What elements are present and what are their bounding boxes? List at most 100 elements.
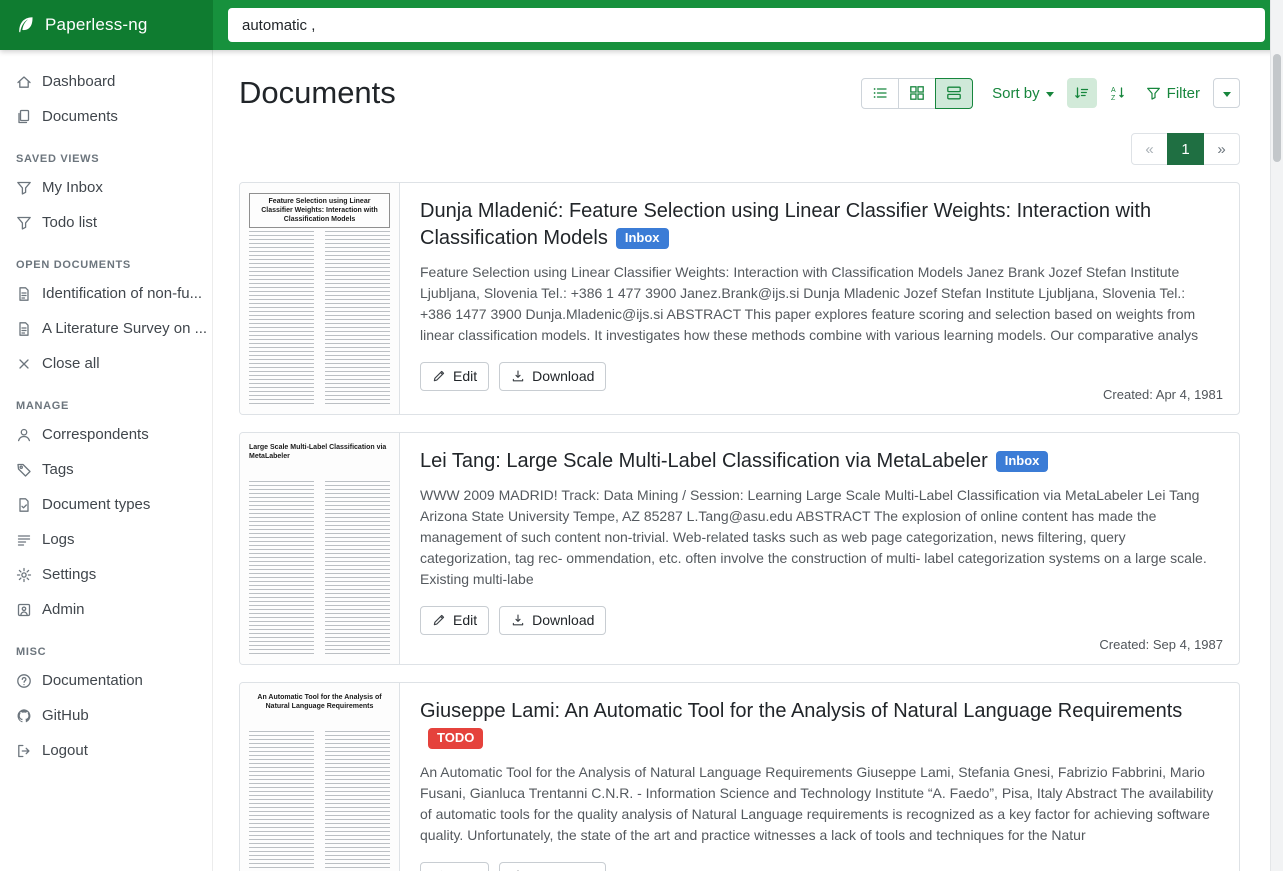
pagination-prev-button[interactable]: « (1131, 133, 1168, 165)
sidebar-item-label: Dashboard (42, 73, 115, 90)
tag-badge-inbox[interactable]: Inbox (616, 228, 669, 249)
vertical-scrollbar[interactable] (1270, 0, 1283, 871)
thumbnail-title: An Automatic Tool for the Analysis of Na… (249, 693, 390, 711)
sidebar-item-label: Todo list (42, 214, 97, 231)
sidebar-item-logs[interactable]: Logs (0, 522, 213, 557)
global-search-input[interactable] (228, 8, 1265, 42)
sidebar-item-tags[interactable]: Tags (0, 452, 213, 487)
sidebar-item-logout[interactable]: Logout (0, 733, 213, 768)
sidebar-section-saved-views: SAVED VIEWS (16, 153, 197, 165)
grid-view-button[interactable] (898, 78, 936, 109)
document-thumbnail[interactable]: An Automatic Tool for the Analysis of Na… (240, 683, 400, 871)
document-card-body: Giuseppe Lami: An Automatic Tool for the… (400, 683, 1239, 871)
pagination: « 1 » (239, 133, 1240, 165)
download-button[interactable]: Download (499, 606, 606, 635)
sort-by-dropdown[interactable]: Sort by (985, 80, 1061, 107)
list-view-button[interactable] (861, 78, 899, 109)
edit-label: Edit (453, 368, 477, 384)
document-actions: Edit Download (420, 606, 606, 635)
document-actions: Edit Download (420, 362, 606, 391)
pencil-icon (432, 369, 446, 383)
file-text-icon (16, 286, 32, 302)
sidebar-item-settings[interactable]: Settings (0, 557, 213, 592)
chevron-down-icon (1223, 92, 1231, 97)
page-header: Documents Sort by AZ (239, 75, 1240, 111)
sidebar-section-manage: MANAGE (16, 400, 197, 412)
sidebar-item-my-inbox[interactable]: My Inbox (0, 170, 213, 205)
pencil-icon (432, 613, 446, 627)
sidebar-item-documentation[interactable]: Documentation (0, 663, 213, 698)
sidebar-item-admin[interactable]: Admin (0, 592, 213, 627)
pagination-page-1[interactable]: 1 (1167, 133, 1204, 165)
sort-alpha-icon: AZ (1110, 85, 1126, 101)
document-thumbnail[interactable]: Large Scale Multi-Label Classification v… (240, 433, 400, 664)
thumbnail-title: Large Scale Multi-Label Classification v… (249, 443, 390, 461)
sidebar-item-documents[interactable]: Documents (0, 99, 213, 134)
detail-view-icon (946, 85, 962, 101)
thumbnail-title: Feature Selection using Linear Classifie… (249, 193, 390, 228)
sidebar-item-label: GitHub (42, 707, 89, 724)
document-excerpt: Feature Selection using Linear Classifie… (420, 262, 1219, 346)
sidebar-item-correspondents[interactable]: Correspondents (0, 417, 213, 452)
page-title: Documents (239, 75, 396, 111)
sidebar-item-label: My Inbox (42, 179, 103, 196)
sidebar-item-close-all[interactable]: Close all (0, 346, 213, 381)
sidebar-item-github[interactable]: GitHub (0, 698, 213, 733)
svg-text:A: A (1111, 87, 1116, 94)
sort-alpha-button[interactable]: AZ (1103, 78, 1133, 108)
sidebar-item-label: Settings (42, 566, 96, 583)
top-navbar: Paperless-ng (0, 0, 1283, 50)
list-lines-icon (16, 532, 32, 548)
thumbnail-text-lines (249, 731, 390, 871)
app-name: Paperless-ng (45, 15, 148, 35)
sidebar-item-document-types[interactable]: Document types (0, 487, 213, 522)
sidebar-item-label: Documentation (42, 672, 143, 689)
gear-icon (16, 567, 32, 583)
download-icon (511, 613, 525, 627)
edit-button[interactable]: Edit (420, 606, 489, 635)
pagination-next-button[interactable]: » (1203, 133, 1240, 165)
document-title-text: Giuseppe Lami: An Automatic Tool for the… (420, 700, 1182, 722)
chevron-down-icon (1046, 92, 1054, 97)
document-title-link[interactable]: Giuseppe Lami: An Automatic Tool for the… (420, 698, 1219, 752)
sidebar-item-open-doc-1[interactable]: Identification of non-fu... (0, 276, 213, 311)
document-card-body: Dunja Mladenić: Feature Selection using … (400, 183, 1239, 414)
edit-button[interactable]: Edit (420, 862, 489, 871)
filter-dropdown-toggle[interactable] (1213, 78, 1240, 108)
document-title-link[interactable]: Dunja Mladenić: Feature Selection using … (420, 198, 1219, 252)
file-check-icon (16, 497, 32, 513)
sidebar-item-open-doc-2[interactable]: A Literature Survey on ... (0, 311, 213, 346)
sidebar-item-todo-list[interactable]: Todo list (0, 205, 213, 240)
scrollbar-thumb[interactable] (1273, 54, 1281, 162)
tag-badge-inbox[interactable]: Inbox (996, 451, 1049, 472)
app-brand[interactable]: Paperless-ng (0, 0, 213, 50)
funnel-icon (1146, 86, 1161, 101)
filter-button[interactable]: Filter (1139, 80, 1207, 107)
funnel-icon (16, 180, 32, 196)
download-button[interactable]: Download (499, 362, 606, 391)
sidebar-item-label: Logout (42, 742, 88, 759)
document-thumbnail[interactable]: Feature Selection using Linear Classifie… (240, 183, 400, 414)
house-icon (16, 74, 32, 90)
sidebar-item-dashboard[interactable]: Dashboard (0, 64, 213, 99)
person-badge-icon (16, 602, 32, 618)
tag-icon (16, 462, 32, 478)
github-icon (16, 708, 32, 724)
created-date: Created: Apr 4, 1981 (1103, 387, 1223, 402)
detail-view-button[interactable] (935, 78, 973, 109)
sort-by-label: Sort by (992, 85, 1040, 102)
sort-direction-button[interactable] (1067, 78, 1097, 108)
question-circle-icon (16, 673, 32, 689)
sidebar: Dashboard Documents SAVED VIEWS My Inbox… (0, 50, 213, 871)
sort-amount-down-icon (1074, 85, 1090, 101)
sidebar-item-label: A Literature Survey on ... (42, 320, 207, 337)
download-button[interactable]: Download (499, 862, 606, 871)
filter-label: Filter (1167, 85, 1200, 102)
edit-button[interactable]: Edit (420, 362, 489, 391)
document-title-link[interactable]: Lei Tang: Large Scale Multi-Label Classi… (420, 448, 1048, 475)
document-card: An Automatic Tool for the Analysis of Na… (239, 682, 1240, 871)
thumbnail-text-lines (249, 231, 390, 406)
grid-view-icon (909, 85, 925, 101)
document-card: Large Scale Multi-Label Classification v… (239, 432, 1240, 665)
tag-badge-todo[interactable]: TODO (428, 728, 483, 749)
